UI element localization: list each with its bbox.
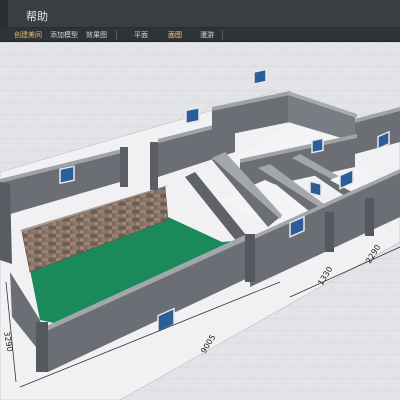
window-icon [253, 68, 267, 85]
window-icon [185, 106, 200, 125]
column [365, 198, 374, 236]
elevation-view-button[interactable]: 面图 [168, 29, 182, 41]
3d-viewport[interactable]: 3290 9005 1330 2290 [0, 42, 400, 400]
menu-bar-edge [0, 0, 8, 28]
column [36, 322, 48, 372]
toolbar-divider [116, 30, 117, 40]
window-icon [311, 137, 324, 154]
window-icon [309, 180, 322, 197]
plan-view-button[interactable]: 平面 [134, 29, 148, 41]
add-model-button[interactable]: 添加模型 [50, 29, 78, 41]
help-menu[interactable]: 帮助 [26, 8, 48, 24]
column [245, 234, 255, 282]
window-icon [59, 165, 75, 185]
toolbar-divider-2 [222, 30, 223, 40]
column [325, 212, 334, 252]
column [150, 142, 158, 190]
wall-left-end [0, 182, 12, 264]
app-window: 帮助 创建美间 添加模型 效果图 平面 面图 漫游 3290 9005 1330… [0, 0, 400, 400]
create-room-button[interactable]: 创建美间 [14, 29, 42, 41]
walkthrough-button[interactable]: 漫游 [200, 29, 214, 41]
render-button[interactable]: 效果图 [86, 29, 107, 41]
column [120, 147, 128, 187]
top-menu-bar: 帮助 [0, 0, 400, 28]
toolbar: 创建美间 添加模型 效果图 平面 面图 漫游 [0, 28, 400, 42]
